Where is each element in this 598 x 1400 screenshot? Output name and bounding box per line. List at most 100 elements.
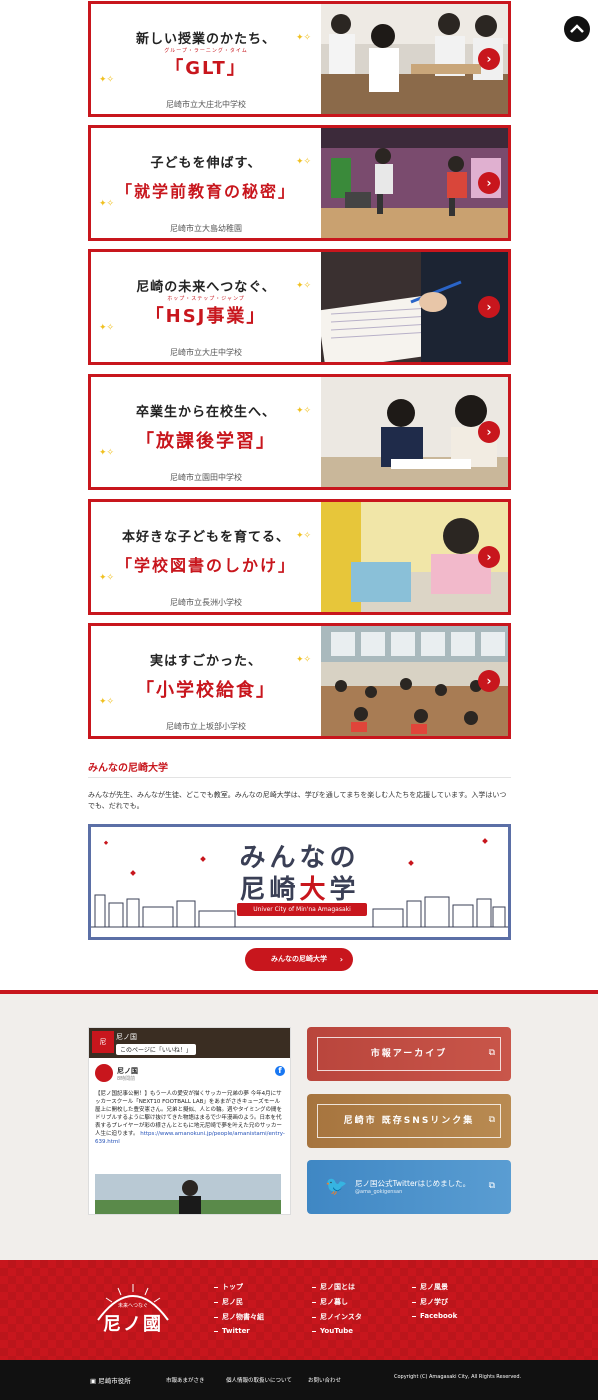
banner-line2: 尼崎大学 bbox=[91, 869, 508, 906]
twitter-icon: 🐦 bbox=[325, 1176, 348, 1197]
post-body: 【尼ノ国記事公開！】もう一人の愛安が描くサッカー兄弟の夢 今年4月にサッカースク… bbox=[95, 1090, 285, 1146]
external-link-icon: ⧉ bbox=[488, 1181, 495, 1191]
city-hall-link[interactable]: ▣ 尼崎市役所 bbox=[90, 1375, 131, 1385]
univ-banner[interactable]: みんなの 尼崎大学 Univer City of Min'na Amagasak… bbox=[88, 824, 511, 940]
chevron-right-icon[interactable]: › bbox=[478, 546, 500, 568]
footer-link-facebook[interactable]: Facebook bbox=[412, 1312, 457, 1320]
copyright: Copyright (C) Amagasaki City, All Rights… bbox=[394, 1374, 522, 1380]
feature-card[interactable]: 卒業生から在校生へ、 「放課後学習」 尼崎市立園田中学校 ✦✧ ✦✧ › bbox=[88, 374, 511, 490]
sns-links-button[interactable]: 尼崎市 既存SNSリンク集 ⧉ bbox=[307, 1094, 511, 1148]
card-school: 尼崎市立長洲小学校 bbox=[170, 598, 242, 607]
archive-button-label: 市報アーカイブ bbox=[317, 1037, 501, 1071]
facebook-like-button[interactable]: このページに「いいね！」 bbox=[116, 1044, 196, 1055]
bottom-link-bulletin[interactable]: 市報あまがさき bbox=[166, 1376, 205, 1384]
sparkle-icon: ✦✧ bbox=[296, 531, 312, 541]
card-lead: 本好きな子どもを育てる、 bbox=[121, 530, 290, 545]
bottom-link-contact[interactable]: お問い合わせ bbox=[308, 1376, 341, 1384]
card-title: 「小学校給食」 bbox=[136, 680, 276, 701]
banner-word-gaku: 学 bbox=[329, 875, 360, 905]
card-text-area: 実はすごかった、 「小学校給食」 尼崎市立上坂部小学校 ✦✧ ✦✧ bbox=[91, 626, 321, 736]
footer-link-life[interactable]: 尼ノ暮し bbox=[312, 1297, 348, 1307]
feature-card[interactable]: 新しい授業のかたち、 グループ・ラーニング・タイム 「GLT」 尼崎市立大庄北中… bbox=[88, 1, 511, 117]
banner-ribbon: Univer City of Min'na Amagasaki bbox=[237, 903, 367, 916]
chevron-up-icon bbox=[570, 24, 584, 33]
post-image[interactable] bbox=[95, 1174, 281, 1214]
sparkle-icon: ✦✧ bbox=[296, 655, 312, 665]
city-emblem-icon: ▣ bbox=[90, 1377, 99, 1385]
card-lead: 子どもを伸ばす、 bbox=[150, 156, 262, 171]
footer-link-learning[interactable]: 尼ノ学び bbox=[412, 1297, 448, 1307]
card-title: 「放課後学習」 bbox=[136, 431, 276, 452]
banner-word-dai: 大 bbox=[299, 875, 330, 905]
chevron-right-icon[interactable]: › bbox=[478, 48, 500, 70]
twitter-button[interactable]: 🐦 尼ノ国公式Twitterはじめました。 @ama_gokigensan ⧉ bbox=[307, 1160, 511, 1214]
footer-link-about[interactable]: 尼ノ国とは bbox=[312, 1282, 355, 1292]
banner-word-amagasaki: 尼崎 bbox=[239, 875, 300, 905]
chevron-right-icon[interactable]: › bbox=[478, 670, 500, 692]
footer-link-people[interactable]: 尼ノ民 bbox=[214, 1297, 243, 1307]
card-lead: 卒業生から在校生へ、 bbox=[135, 405, 276, 420]
sparkle-icon: ✦✧ bbox=[99, 323, 115, 333]
card-school: 尼崎市立園田中学校 bbox=[170, 473, 242, 482]
footer-link-scenery[interactable]: 尼ノ風景 bbox=[412, 1282, 448, 1292]
univ-button[interactable]: みんなの尼崎大学 › bbox=[245, 948, 353, 971]
feature-card[interactable]: 子どもを伸ばす、 「就学前教育の秘密」 尼崎市立大島幼稚園 ✦✧ ✦✧ › bbox=[88, 125, 511, 241]
sparkle-icon: ✦✧ bbox=[296, 406, 312, 416]
footer-link-instagram[interactable]: 尼ノインスタ bbox=[312, 1312, 362, 1322]
section-divider bbox=[88, 777, 511, 778]
sparkle-icon: ✦✧ bbox=[296, 33, 312, 43]
section-description: みんなが先生、みんなが生徒、どこでも教室。みんなの尼崎大学は、学びを通してまちを… bbox=[88, 791, 507, 810]
facebook-page-name[interactable]: 尼ノ国 bbox=[116, 1032, 137, 1042]
sparkle-icon: ✦✧ bbox=[99, 697, 115, 707]
site-logo[interactable]: 未来へつなぐ 尼ノ國 bbox=[88, 1280, 178, 1340]
chevron-right-icon: › bbox=[339, 955, 343, 964]
card-text-area: 新しい授業のかたち、 グループ・ラーニング・タイム 「GLT」 尼崎市立大庄北中… bbox=[91, 4, 321, 114]
post-date: 8時間前 bbox=[117, 1076, 136, 1082]
city-hall-label: 尼崎市役所 bbox=[98, 1377, 131, 1385]
sparkle-icon: ✦✧ bbox=[99, 75, 115, 85]
footer-link-youtube[interactable]: YouTube bbox=[312, 1327, 353, 1335]
card-lead: 新しい授業のかたち、 bbox=[135, 32, 276, 47]
logo-tagline: 未来へつなぐ bbox=[117, 1303, 148, 1309]
facebook-icon: f bbox=[275, 1066, 285, 1076]
univ-button-label: みんなの尼崎大学 bbox=[271, 955, 327, 963]
footer: 未来へつなぐ 尼ノ國 トップ 尼ノ国とは 尼ノ風景 尼ノ民 尼ノ暮し 尼ノ学び … bbox=[0, 1260, 598, 1360]
facebook-widget[interactable]: 尼 尼ノ国 このページに「いいね！」 尼ノ国 8時間前 f 【尼ノ国記事公開！】… bbox=[88, 1027, 291, 1215]
card-school: 尼崎市立大島幼稚園 bbox=[170, 224, 242, 233]
card-school: 尼崎市立上坂部小学校 bbox=[166, 722, 246, 731]
feature-card[interactable]: 本好きな子どもを育てる、 「学校図書のしかけ」 尼崎市立長洲小学校 ✦✧ ✦✧ … bbox=[88, 499, 511, 615]
card-text-area: 卒業生から在校生へ、 「放課後学習」 尼崎市立園田中学校 ✦✧ ✦✧ bbox=[91, 377, 321, 487]
external-link-icon: ⧉ bbox=[488, 1048, 495, 1058]
facebook-widget-header: 尼 尼ノ国 このページに「いいね！」 bbox=[89, 1028, 290, 1058]
twitter-handle: @ama_gokigensan bbox=[355, 1189, 403, 1195]
card-ruby: グループ・ラーニング・タイム bbox=[164, 48, 248, 54]
sparkle-icon: ✦✧ bbox=[296, 157, 312, 167]
archive-button[interactable]: 市報アーカイブ ⧉ bbox=[307, 1027, 511, 1081]
page-top-button[interactable] bbox=[564, 16, 590, 42]
footer-link-top[interactable]: トップ bbox=[214, 1282, 243, 1292]
page-logo-icon: 尼 bbox=[92, 1031, 114, 1053]
sparkle-icon: ✦✧ bbox=[99, 448, 115, 458]
twitter-button-label: 尼ノ国公式Twitterはじめました。 bbox=[355, 1179, 471, 1188]
bottom-link-privacy[interactable]: 個人情報の取扱いについて bbox=[226, 1376, 292, 1384]
page: 新しい授業のかたち、 グループ・ラーニング・タイム 「GLT」 尼崎市立大庄北中… bbox=[0, 0, 598, 1400]
card-ruby: ホップ・ステップ・ジャンプ bbox=[167, 296, 245, 302]
feature-card[interactable]: 尼崎の未来へつなぐ、 ホップ・ステップ・ジャンプ 「HSJ事業」 尼崎市立大庄中… bbox=[88, 249, 511, 365]
feature-card[interactable]: 実はすごかった、 「小学校給食」 尼崎市立上坂部小学校 ✦✧ ✦✧ › bbox=[88, 623, 511, 739]
sparkle-icon: ✦✧ bbox=[99, 573, 115, 583]
sns-links-button-label: 尼崎市 既存SNSリンク集 bbox=[317, 1104, 501, 1138]
section-title: みんなの尼崎大学 bbox=[88, 763, 168, 774]
card-title: 「就学前教育の秘密」 bbox=[115, 182, 296, 201]
chevron-right-icon[interactable]: › bbox=[478, 172, 500, 194]
card-text-area: 本好きな子どもを育てる、 「学校図書のしかけ」 尼崎市立長洲小学校 ✦✧ ✦✧ bbox=[91, 502, 321, 612]
sparkle-icon: ✦✧ bbox=[296, 281, 312, 291]
card-lead: 実はすごかった、 bbox=[149, 654, 262, 669]
footer-link-twitter[interactable]: Twitter bbox=[214, 1327, 250, 1335]
card-text-area: 尼崎の未来へつなぐ、 ホップ・ステップ・ジャンプ 「HSJ事業」 尼崎市立大庄中… bbox=[91, 252, 321, 362]
chevron-right-icon[interactable]: › bbox=[478, 296, 500, 318]
card-school: 尼崎市立大庄中学校 bbox=[170, 348, 242, 357]
chevron-right-icon[interactable]: › bbox=[478, 421, 500, 443]
footer-link-writers[interactable]: 尼ノ物書々組 bbox=[214, 1312, 264, 1322]
card-text-area: 子どもを伸ばす、 「就学前教育の秘密」 尼崎市立大島幼稚園 ✦✧ ✦✧ bbox=[91, 128, 321, 238]
logo-wordmark: 尼ノ國 bbox=[103, 1314, 163, 1335]
